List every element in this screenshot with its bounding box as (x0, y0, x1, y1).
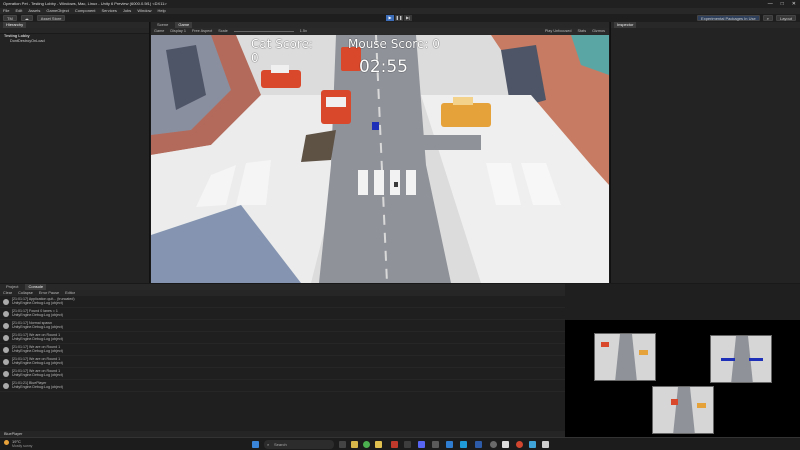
scale-slider[interactable] (233, 31, 294, 32)
display-dropdown[interactable]: Display 1 (170, 28, 186, 34)
cat-score-value: 0 (251, 51, 259, 65)
play-controls: ▶ ❚❚ ▶| (386, 15, 412, 21)
console-entry[interactable]: [21:01:17] Normal spawn UnityEngine.Debug… (0, 320, 565, 332)
taskbar-search-box[interactable]: ⌕ Search (264, 440, 334, 449)
mouse-player (394, 182, 398, 187)
collapse-button[interactable]: Collapse (18, 290, 33, 296)
aspect-dropdown[interactable]: Free Aspect (192, 28, 212, 34)
gizmos-button[interactable]: Gizmos (592, 28, 609, 34)
pause-icon[interactable]: ❚❚ (395, 15, 403, 21)
info-icon (3, 335, 9, 341)
info-icon (3, 323, 9, 329)
step-icon[interactable]: ▶| (404, 15, 412, 21)
unity-hub-icon[interactable] (542, 441, 549, 448)
search-icon: ⌕ (267, 442, 270, 447)
scale-value: 1.5x (299, 29, 307, 33)
round-timer: 02:55 (359, 57, 408, 77)
folder-icon[interactable] (375, 441, 382, 448)
tab-inspector[interactable]: Inspector (614, 22, 637, 28)
info-icon (3, 383, 9, 389)
app-icon-blue[interactable] (460, 441, 467, 448)
error-pause-button[interactable]: Error Pause (39, 290, 59, 296)
console-status-text: BluePlayer (4, 432, 23, 436)
play-mode-dropdown[interactable]: Play Unfocused (545, 28, 572, 34)
console-right-area (565, 284, 800, 320)
console-entry[interactable]: [21:01:21] BluePlayer UnityEngine.Debug:L… (0, 380, 565, 392)
search-icon[interactable]: ⌕ (762, 15, 773, 21)
editor-dropdown[interactable]: Editor (65, 290, 75, 296)
console-entry[interactable]: [21:01:17] We are on Round 1 UnityEngine.… (0, 356, 565, 368)
windows-start-icon[interactable] (252, 441, 259, 448)
view-dropdown[interactable]: Game (154, 28, 164, 34)
account-button[interactable]: TM (3, 15, 17, 21)
clear-button[interactable]: Clear (3, 290, 12, 296)
tab-hierarchy[interactable]: Hierarchy (3, 22, 27, 28)
file-explorer-icon[interactable] (351, 441, 358, 448)
blue-player (372, 122, 379, 130)
os-taskbar: 19°C Mostly sunny ⌕ Search (0, 437, 800, 450)
hierarchy-item-dontdestroyonload[interactable]: DontDestroyOnLoad (0, 39, 149, 44)
layout-dropdown[interactable]: Layout (775, 15, 796, 21)
game-thumbnail-2[interactable] (710, 335, 772, 383)
hierarchy-panel: Hierarchy Testing Lobby DontDestroyOnLoa… (0, 22, 150, 283)
app-icon-circle[interactable] (490, 441, 497, 448)
info-icon (3, 299, 9, 305)
weather-widget[interactable]: 19°C Mostly sunny (4, 439, 44, 450)
game-thumbnail-1[interactable] (594, 333, 656, 381)
cloud-icon[interactable]: ☁ (20, 15, 33, 21)
cat-score-label: Cat Score: (251, 37, 313, 51)
game-view[interactable]: Cat Score: 0 Mouse Score: 0 02:55 (151, 35, 609, 283)
red-car-center (321, 90, 351, 124)
vscode-icon[interactable] (446, 441, 453, 448)
visual-studio-icon[interactable] (475, 441, 482, 448)
console-entry[interactable]: [21:01:17] Found 0 lanes = 1 UnityEngine.… (0, 308, 565, 320)
mouse-score-label: Mouse Score: 0 (348, 37, 440, 51)
asset-store-button[interactable]: Asset Store (36, 15, 66, 21)
app-icon-gray[interactable] (432, 441, 439, 448)
app-icon-lightblue[interactable] (529, 441, 536, 448)
play-icon[interactable]: ▶ (386, 15, 394, 21)
taskbar-search-placeholder: Search (274, 442, 287, 447)
discord-icon[interactable] (418, 441, 425, 448)
app-icon-orange[interactable] (516, 441, 523, 448)
game-toolbar: Game Display 1 Free Aspect Scale 1.5x Pl… (151, 28, 609, 34)
chrome-icon[interactable] (363, 441, 370, 448)
info-icon (3, 371, 9, 377)
console-log-list: [21:01:17] Application quit... (truncate… (0, 296, 565, 392)
info-icon (3, 311, 9, 317)
app-icon-red[interactable] (391, 441, 398, 448)
experimental-packages-badge[interactable]: Experimental Packages In Use (697, 15, 760, 21)
terminal-icon[interactable] (404, 441, 411, 448)
main-toolbar: TM ☁ Asset Store ▶ ❚❚ ▶| Experimental Pa… (0, 14, 800, 22)
weather-desc: Mostly sunny (12, 444, 33, 448)
maximize-button[interactable]: □ (781, 0, 784, 8)
inspector-panel: Inspector (610, 22, 800, 283)
inspector-tabbar: Inspector (611, 22, 800, 28)
unity-icon[interactable] (502, 441, 509, 448)
weather-icon (4, 440, 9, 445)
game-view-header: Scene Game Game Display 1 Free Aspect Sc… (151, 22, 609, 35)
window-titlebar: Operation Pet - Testing Lobby - Windows,… (0, 0, 800, 8)
info-icon (3, 359, 9, 365)
console-entry[interactable]: [21:01:17] Application quit... (truncate… (0, 296, 565, 308)
scale-label: Scale (218, 29, 228, 33)
minimize-button[interactable]: — (768, 0, 773, 8)
game-thumbnail-3[interactable] (652, 386, 714, 434)
console-entry[interactable]: [21:01:17] We are on Round 1 UnityEngine.… (0, 332, 565, 344)
info-icon (3, 347, 9, 353)
close-button[interactable]: ✕ (792, 0, 796, 8)
task-view-icon[interactable] (339, 441, 346, 448)
console-entry[interactable]: [21:01:17] We are on Round 1 UnityEngine.… (0, 368, 565, 380)
preview-overlay (565, 320, 800, 437)
console-entry[interactable]: [21:01:17] We are on Round 1 UnityEngine.… (0, 344, 565, 356)
console-panel: Project Console Clear Collapse Error Pau… (0, 284, 565, 437)
window-title: Operation Pet - Testing Lobby - Windows,… (3, 1, 167, 6)
stats-button[interactable]: Stats (577, 28, 586, 34)
